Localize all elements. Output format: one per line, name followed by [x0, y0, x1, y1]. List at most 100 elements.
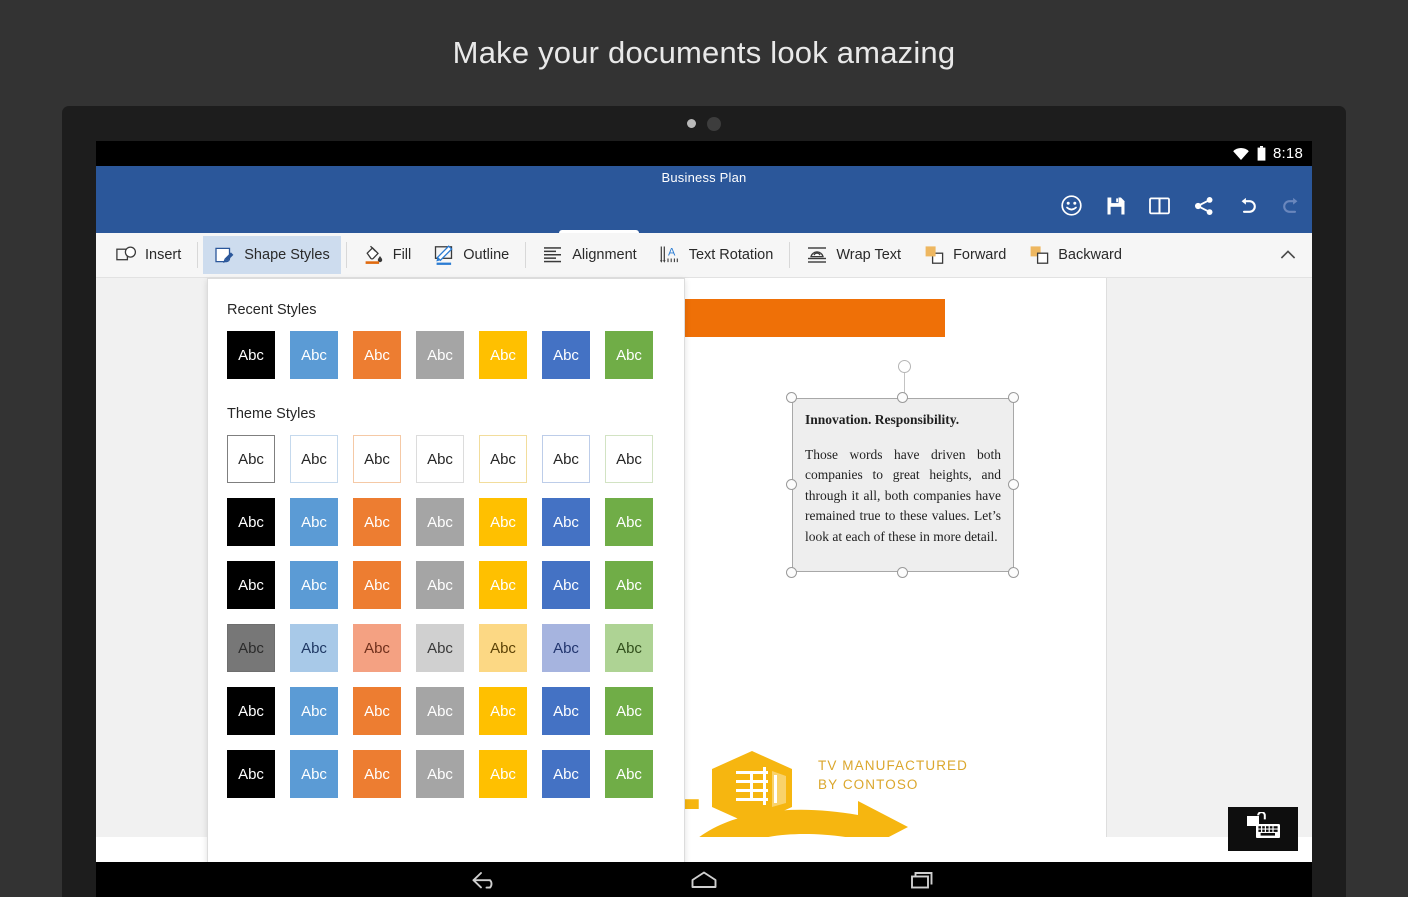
shape-handle-bottom-center[interactable]	[897, 567, 908, 578]
redo-icon[interactable]	[1280, 194, 1303, 217]
nav-recents-button[interactable]	[906, 868, 940, 892]
document-title: Business Plan	[661, 170, 747, 185]
theme-style-2-4[interactable]: Abc	[416, 498, 464, 546]
shape-handle-top-center[interactable]	[897, 392, 908, 403]
theme-style-6-1[interactable]: Abc	[227, 750, 275, 798]
theme-style-4-4[interactable]: Abc	[416, 624, 464, 672]
theme-style-2-5[interactable]: Abc	[479, 498, 527, 546]
ribbon-item-fill[interactable]: Fill	[352, 236, 423, 274]
feedback-smiley-icon[interactable]	[1060, 194, 1083, 217]
nav-back-button[interactable]	[468, 868, 502, 892]
recent-styles-row: Abc Abc Abc Abc Abc Abc Abc	[227, 331, 684, 379]
front-camera-icon	[707, 116, 721, 131]
theme-style-3-2[interactable]: Abc	[290, 561, 338, 609]
shape-handle-top-right[interactable]	[1008, 392, 1019, 403]
shape-handle-middle-left[interactable]	[786, 479, 797, 490]
recent-style-2[interactable]: Abc	[290, 331, 338, 379]
promo-headline-text: Make your documents look amazing	[452, 35, 956, 70]
theme-style-6-7[interactable]: Abc	[605, 750, 653, 798]
theme-style-3-6[interactable]: Abc	[542, 561, 590, 609]
theme-style-3-3[interactable]: Abc	[353, 561, 401, 609]
read-mode-icon[interactable]	[1148, 194, 1171, 217]
theme-style-2-3[interactable]: Abc	[353, 498, 401, 546]
selected-shape[interactable]: Innovation. Responsibility. Those words …	[786, 360, 1019, 578]
theme-style-5-7[interactable]: Abc	[605, 687, 653, 735]
shape-handle-top-left[interactable]	[786, 392, 797, 403]
device-screen: 8:18 Business Plan Insert Shape Styles F…	[96, 141, 1312, 862]
theme-style-1-3[interactable]: Abc	[353, 435, 401, 483]
theme-style-1-1[interactable]: Abc	[227, 435, 275, 483]
theme-style-1-6[interactable]: Abc	[542, 435, 590, 483]
shape-body: Those words have driven both companies t…	[805, 446, 1001, 544]
theme-style-2-7[interactable]: Abc	[605, 498, 653, 546]
shape-handle-bottom-left[interactable]	[786, 567, 797, 578]
theme-styles-row-6: Abc Abc Abc Abc Abc Abc Abc	[227, 750, 684, 798]
theme-styles-row-2: Abc Abc Abc Abc Abc Abc Abc	[227, 498, 684, 546]
theme-styles-row-5: Abc Abc Abc Abc Abc Abc Abc	[227, 687, 684, 735]
theme-style-6-5[interactable]: Abc	[479, 750, 527, 798]
rotation-handle[interactable]	[898, 360, 911, 373]
theme-style-5-2[interactable]: Abc	[290, 687, 338, 735]
shape-text-box[interactable]: Innovation. Responsibility. Those words …	[792, 398, 1014, 572]
theme-style-4-1[interactable]: Abc	[227, 624, 275, 672]
theme-style-5-5[interactable]: Abc	[479, 687, 527, 735]
theme-style-4-2[interactable]: Abc	[290, 624, 338, 672]
theme-style-5-1[interactable]: Abc	[227, 687, 275, 735]
share-icon[interactable]	[1192, 194, 1215, 217]
theme-style-5-3[interactable]: Abc	[353, 687, 401, 735]
ribbon-item-shape-styles[interactable]: Shape Styles	[203, 236, 341, 274]
theme-style-5-4[interactable]: Abc	[416, 687, 464, 735]
theme-style-6-3[interactable]: Abc	[353, 750, 401, 798]
undo-icon[interactable]	[1236, 194, 1259, 217]
shape-styles-icon	[214, 244, 236, 266]
theme-styles-row-4: Abc Abc Abc Abc Abc Abc Abc	[227, 624, 684, 672]
theme-style-3-7[interactable]: Abc	[605, 561, 653, 609]
theme-styles-row-gap	[227, 609, 684, 624]
recent-style-4[interactable]: Abc	[416, 331, 464, 379]
theme-style-1-7[interactable]: Abc	[605, 435, 653, 483]
theme-style-4-6[interactable]: Abc	[542, 624, 590, 672]
shape-handle-bottom-right[interactable]	[1008, 567, 1019, 578]
theme-style-2-2[interactable]: Abc	[290, 498, 338, 546]
theme-style-6-4[interactable]: Abc	[416, 750, 464, 798]
theme-style-2-1[interactable]: Abc	[227, 498, 275, 546]
ribbon-item-alignment[interactable]: Alignment	[531, 236, 647, 274]
theme-style-1-2[interactable]: Abc	[290, 435, 338, 483]
ribbon-item-forward[interactable]: Forward	[912, 236, 1017, 274]
theme-style-1-4[interactable]: Abc	[416, 435, 464, 483]
ribbon-item-wrap-text[interactable]: Wrap Text	[795, 236, 912, 274]
theme-style-2-6[interactable]: Abc	[542, 498, 590, 546]
theme-style-3-5[interactable]: Abc	[479, 561, 527, 609]
ribbon-item-insert-label: Insert	[145, 247, 182, 263]
ribbon-item-backward[interactable]: Backward	[1017, 236, 1133, 274]
recent-style-7[interactable]: Abc	[605, 331, 653, 379]
recent-style-5[interactable]: Abc	[479, 331, 527, 379]
chevron-up-icon[interactable]	[1278, 245, 1298, 265]
theme-style-4-3[interactable]: Abc	[353, 624, 401, 672]
ribbon-item-text-rotation-label: Text Rotation	[688, 247, 774, 263]
theme-style-1-5[interactable]: Abc	[479, 435, 527, 483]
shape-styles-flyout[interactable]: Recent Styles Abc Abc Abc Abc Abc Abc Ab…	[207, 278, 685, 862]
bring-forward-icon	[923, 244, 945, 266]
recent-style-3[interactable]: Abc	[353, 331, 401, 379]
hide-keyboard-button[interactable]	[1228, 807, 1298, 851]
shape-handle-middle-right[interactable]	[1008, 479, 1019, 490]
theme-style-6-2[interactable]: Abc	[290, 750, 338, 798]
ribbon-item-text-rotation[interactable]: A Text Rotation	[648, 236, 785, 274]
ribbon-item-outline[interactable]: Outline	[422, 236, 520, 274]
ribbon-item-backward-label: Backward	[1058, 247, 1122, 263]
save-icon[interactable]	[1104, 194, 1127, 217]
theme-style-4-5[interactable]: Abc	[479, 624, 527, 672]
outline-pen-icon	[433, 244, 455, 266]
theme-style-5-6[interactable]: Abc	[542, 687, 590, 735]
alignment-icon	[542, 244, 564, 266]
theme-style-6-6[interactable]: Abc	[542, 750, 590, 798]
theme-style-3-1[interactable]: Abc	[227, 561, 275, 609]
theme-style-4-7[interactable]: Abc	[605, 624, 653, 672]
recent-style-6[interactable]: Abc	[542, 331, 590, 379]
recent-style-1[interactable]: Abc	[227, 331, 275, 379]
theme-style-3-4[interactable]: Abc	[416, 561, 464, 609]
ribbon-item-insert[interactable]: Insert	[104, 236, 192, 274]
fill-bucket-icon	[363, 244, 385, 266]
nav-home-button[interactable]	[687, 868, 721, 892]
